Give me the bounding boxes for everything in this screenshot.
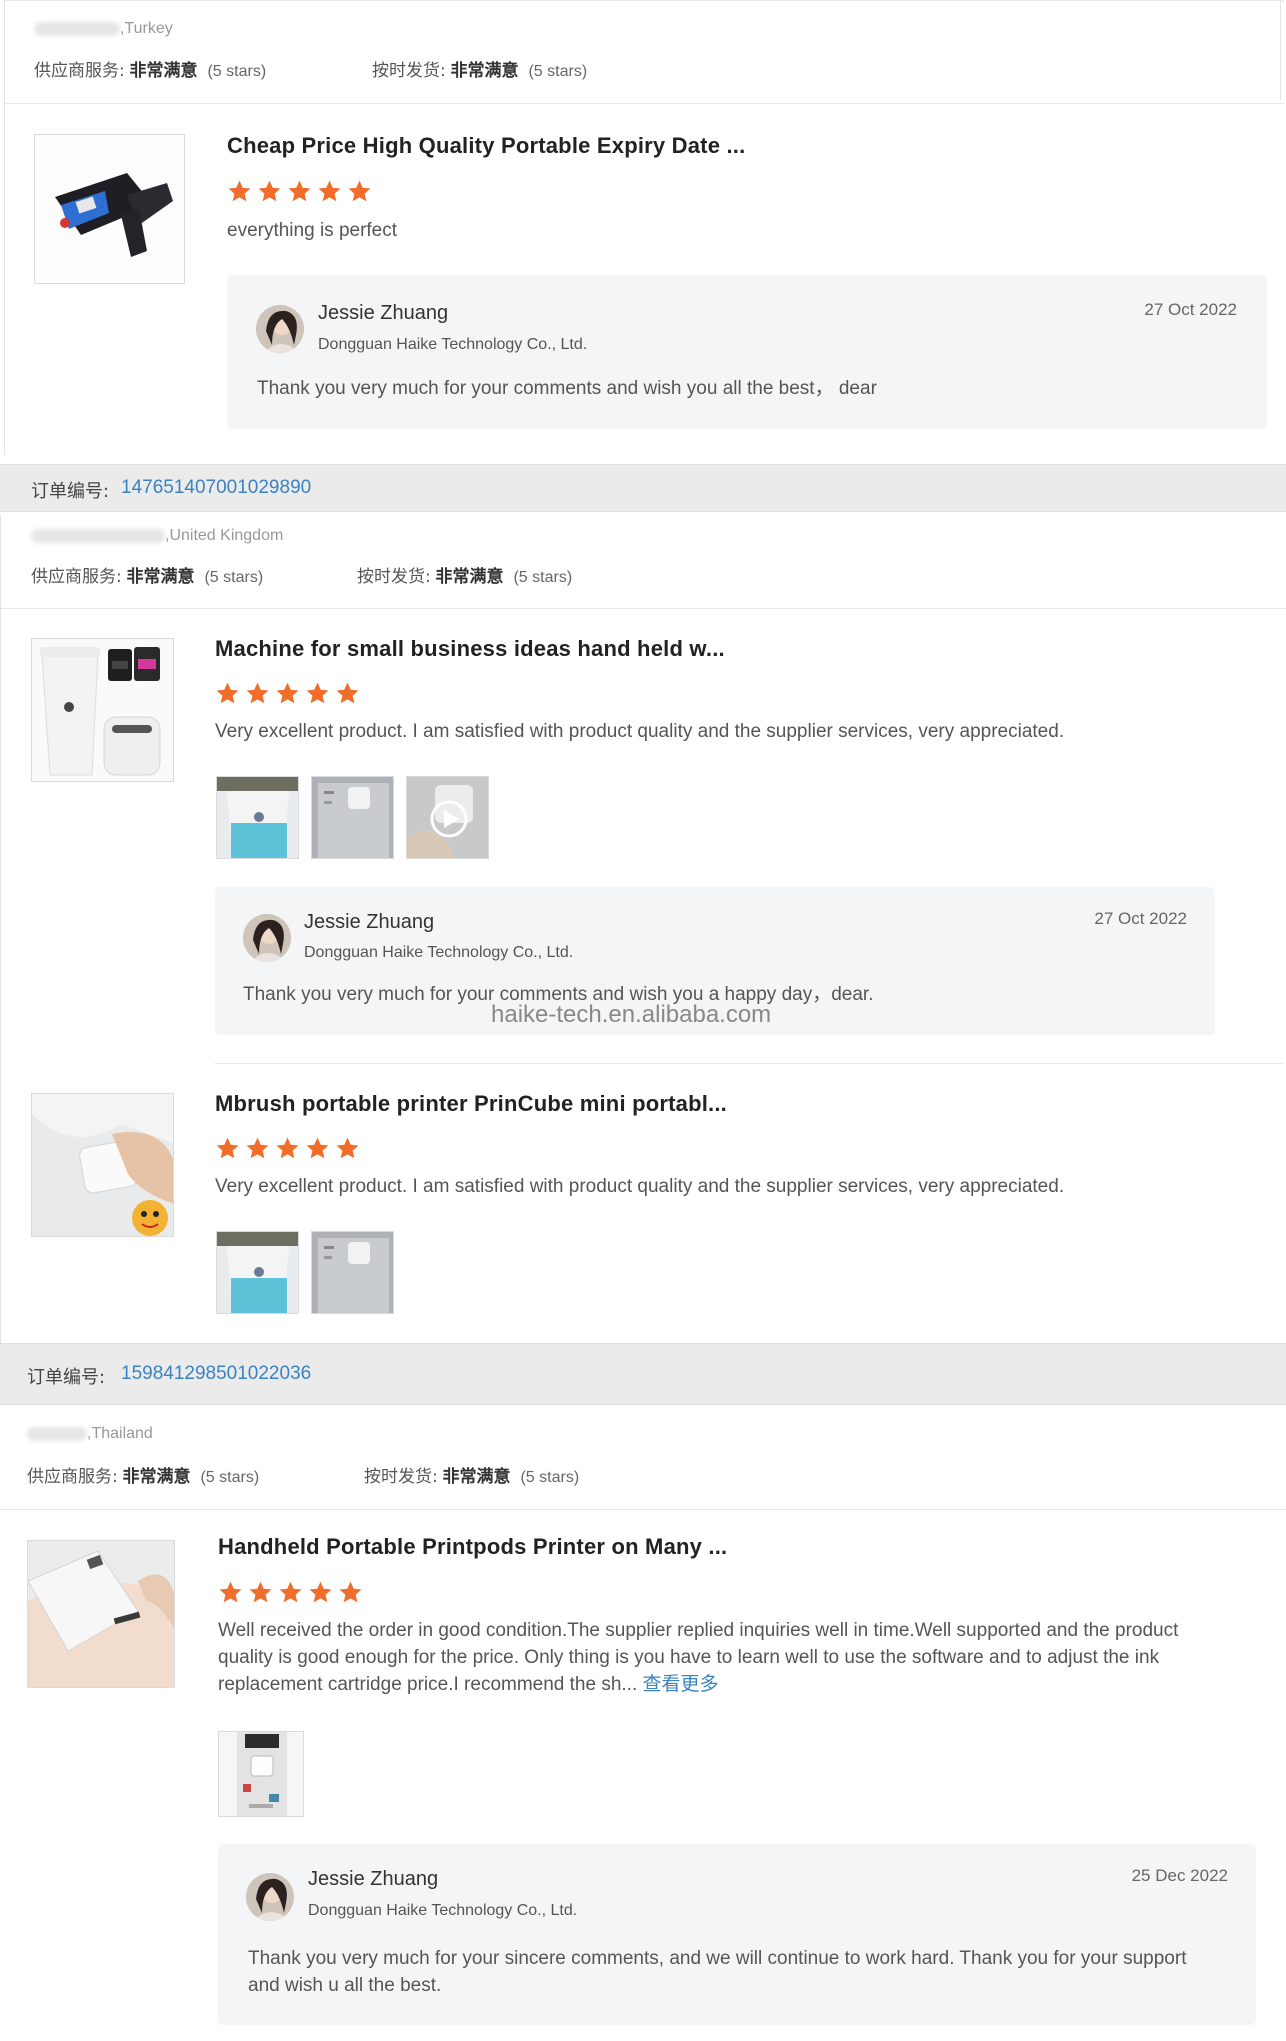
star-rating [227,179,377,209]
star-icon [287,179,312,204]
supplier-service-rating: 供应商服务: 非常满意 (5 stars) [31,567,264,587]
order-bar: 订单编号: 159841298501022036 [0,1343,1286,1405]
reply-company: Dongguan Haike Technology Co., Ltd. [318,336,588,353]
order-number-link[interactable]: 147651407001029890 [121,477,311,499]
reply-author-name: Jessie Zhuang [308,1868,439,1890]
divider [215,1063,1283,1064]
divider [4,103,1284,104]
review-photo[interactable] [311,776,394,859]
star-icon [338,1580,363,1605]
star-icon [347,179,372,204]
avatar [256,305,304,353]
review-photo[interactable] [311,1231,394,1314]
left-border [4,0,5,455]
star-icon [278,1580,303,1605]
review-photo[interactable] [218,1731,304,1817]
reply-company: Dongguan Haike Technology Co., Ltd. [308,1902,578,1919]
top-border [4,0,1284,1]
star-icon [215,681,240,706]
supplier-service-rating: 供应商服务: 非常满意 (5 stars) [34,61,267,81]
reply-author-name: Jessie Zhuang [304,911,435,933]
mini-printer-photo [312,1232,393,1313]
video-thumbnail [407,777,488,858]
product-thumbnail[interactable] [27,1540,175,1688]
review-text: everything is perfect [227,220,398,241]
printer-box-photo [219,1732,303,1816]
printed-cup-photo [217,1232,298,1313]
review-photo[interactable] [216,1231,299,1314]
reply-text: Thank you very much for your sincere com… [248,1948,1187,1996]
left-border [0,515,1,1343]
star-icon [245,1136,270,1161]
mini-printer-on-fabric-image [32,1094,173,1236]
avatar [246,1873,294,1921]
avatar [243,914,291,962]
star-rating [218,1580,368,1610]
reply-text: Thank you very much for your comments an… [257,378,877,399]
see-more-link[interactable]: 查看更多 [643,1673,719,1695]
star-icon [305,1136,330,1161]
reply-date: 27 Oct 2022 [1144,300,1237,319]
order-number-link[interactable]: 159841298501022036 [121,1363,311,1385]
star-icon [227,179,252,204]
product-title[interactable]: Machine for small business ideas hand he… [215,636,725,662]
star-icon [248,1580,273,1605]
star-icon [335,681,360,706]
star-icon [308,1580,333,1605]
reply-date: 25 Dec 2022 [1131,1866,1228,1885]
review-text: Very excellent product. I am satisfied w… [215,721,1065,742]
buyer-location: ,United Kingdom [31,527,283,545]
product-title[interactable]: Mbrush portable printer PrinCube mini po… [215,1091,727,1117]
mini-printer-photo [312,777,393,858]
product-thumbnail[interactable] [34,134,185,284]
on-time-delivery-rating: 按时发货: 非常满意 (5 stars) [364,1467,580,1487]
star-icon [335,1136,360,1161]
reply-company: Dongguan Haike Technology Co., Ltd. [304,944,574,961]
buyer-location: ,Thailand [27,1425,153,1443]
handheld-printer-image [35,135,184,283]
star-icon [317,179,342,204]
order-bar: 订单编号: 147651407001029890 [0,464,1286,512]
cup-and-mini-printer-image [32,639,173,781]
star-rating [215,681,365,711]
reply-date: 27 Oct 2022 [1094,909,1187,928]
star-icon [218,1580,243,1605]
order-number-label: 订单编号: [27,1367,106,1388]
star-icon [275,1136,300,1161]
reply-author-name: Jessie Zhuang [318,302,449,324]
watermark: haike-tech.en.alibaba.com [491,1001,772,1028]
star-icon [257,179,282,204]
divider [0,608,1286,609]
on-time-delivery-rating: 按时发货: 非常满意 (5 stars) [372,61,588,81]
review-text: Well received the order in good conditio… [218,1617,1203,1698]
printing-on-hand-image [28,1541,174,1687]
product-thumbnail[interactable] [31,638,174,782]
printed-cup-photo [217,777,298,858]
star-icon [305,681,330,706]
star-icon [215,1136,240,1161]
product-title[interactable]: Cheap Price High Quality Portable Expiry… [227,133,745,159]
product-title[interactable]: Handheld Portable Printpods Printer on M… [218,1534,727,1560]
right-border [1280,0,1281,100]
divider [0,1509,1286,1510]
star-icon [245,681,270,706]
product-thumbnail[interactable] [31,1093,174,1237]
supplier-service-rating: 供应商服务: 非常满意 (5 stars) [27,1467,260,1487]
review-photo[interactable] [406,776,489,859]
on-time-delivery-rating: 按时发货: 非常满意 (5 stars) [357,567,573,587]
review-text: Very excellent product. I am satisfied w… [215,1176,1065,1197]
review-photo[interactable] [216,776,299,859]
star-icon [275,681,300,706]
star-rating [215,1136,365,1166]
supplier-reply: Jessie Zhuang Dongguan Haike Technology … [227,275,1267,429]
supplier-reply: Jessie Zhuang Dongguan Haike Technology … [218,1844,1256,2025]
buyer-location: ,Turkey [34,20,173,38]
order-number-label: 订单编号: [31,481,110,502]
